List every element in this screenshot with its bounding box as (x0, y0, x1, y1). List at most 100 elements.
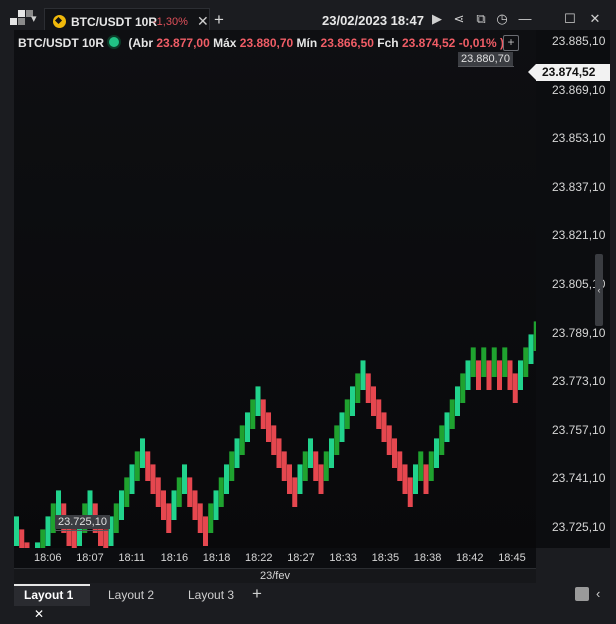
renko-down-brick (145, 451, 151, 481)
renko-up-brick (360, 360, 366, 390)
renko-up-brick (329, 438, 334, 468)
layout-tab-1[interactable]: Layout 1 ✕ (14, 584, 90, 621)
legend-high: 23.880,70 (239, 36, 294, 50)
renko-up-brick (434, 438, 439, 468)
current-price-tag: 23.874,52 (528, 64, 610, 81)
renko-up-brick (239, 425, 245, 455)
time-tick-label: 18:38 (413, 552, 442, 564)
renko-up-brick (208, 503, 214, 533)
square-icon[interactable] (575, 587, 589, 601)
renko-up-brick (213, 490, 219, 520)
close-window-icon[interactable]: ✕ (588, 12, 602, 26)
add-tab-button[interactable]: + (214, 10, 224, 30)
renko-down-brick (192, 490, 198, 520)
renko-down-brick (486, 360, 492, 390)
renko-up-brick (14, 516, 19, 546)
renko-down-brick (507, 360, 513, 390)
renko-up-brick (45, 516, 51, 546)
renko-up-brick (129, 464, 135, 494)
renko-down-brick (381, 412, 387, 442)
renko-down-brick (402, 464, 408, 494)
legend-low-label: Mín (296, 36, 318, 50)
price-tick-label: 23.869,10 (552, 82, 606, 97)
renko-down-brick (103, 529, 109, 548)
bottom-bar (0, 584, 616, 606)
renko-down-brick (197, 503, 203, 533)
renko-up-brick (518, 360, 523, 390)
renko-up-brick (470, 347, 476, 377)
renko-down-brick (497, 360, 502, 390)
renko-up-brick (119, 490, 124, 520)
renko-up-brick (113, 503, 119, 533)
chevron-left-icon[interactable]: ‹ (596, 586, 600, 601)
legend-change: -0,01% ) (458, 36, 505, 50)
renko-up-brick (134, 451, 140, 481)
price-tick-label: 23.821,10 (552, 228, 606, 243)
renko-up-brick (40, 529, 46, 548)
price-tick-label: 23.853,10 (552, 131, 606, 146)
renko-down-brick (187, 477, 193, 507)
share-icon[interactable]: ⋖ (452, 12, 466, 26)
axis-scroll-handle[interactable]: ‹ (595, 254, 603, 326)
close-layout-icon[interactable]: ✕ (34, 607, 44, 621)
renko-down-brick (423, 464, 429, 494)
maximize-icon[interactable]: ☐ (563, 12, 577, 26)
renko-up-brick (255, 386, 261, 416)
renko-down-brick (292, 477, 298, 507)
renko-down-brick (376, 399, 382, 429)
layout-tab-label: Layout 1 (24, 588, 74, 602)
menu-chevron-icon[interactable]: ▾ (31, 12, 37, 25)
renko-down-brick (276, 438, 282, 468)
renko-up-brick (334, 425, 340, 455)
chart-legend: BTC/USDT 10R (Abr 23.877,00 Máx 23.880,7… (18, 35, 504, 50)
time-tick-label: 18:18 (202, 552, 231, 564)
renko-down-brick (397, 451, 403, 481)
close-tab-icon[interactable]: ✕ (197, 13, 209, 30)
renko-up-brick (308, 438, 313, 468)
renko-up-brick (140, 438, 145, 468)
add-indicator-button[interactable]: + (503, 35, 519, 51)
renko-down-brick (512, 373, 518, 403)
legend-symbol: BTC/USDT 10R (18, 36, 105, 50)
price-tick-label: 23.757,10 (552, 422, 606, 437)
renko-down-brick (271, 425, 277, 455)
renko-up-brick (428, 451, 434, 481)
minimize-icon[interactable]: — (518, 12, 532, 26)
renko-up-brick (439, 425, 445, 455)
time-tick-label: 18:22 (245, 552, 273, 564)
add-layout-button[interactable]: + (252, 584, 262, 604)
renko-up-brick (455, 386, 460, 416)
time-tick-label: 18:06 (34, 552, 62, 564)
app-logo[interactable] (10, 10, 33, 32)
renko-down-brick (266, 412, 271, 442)
renko-up-brick (234, 438, 240, 468)
renko-up-brick (528, 334, 534, 364)
renko-up-brick (465, 360, 471, 390)
chart-area[interactable] (14, 30, 536, 548)
price-tick-label: 23.837,10 (552, 179, 606, 194)
popout-window-icon[interactable]: ⧉ (474, 12, 488, 26)
layout-tab-2[interactable]: Layout 2 (108, 584, 154, 606)
tab-symbol: BTC/USDT 10R (71, 15, 158, 29)
renko-down-brick (313, 451, 319, 481)
renko-up-brick (124, 477, 130, 507)
renko-up-brick (302, 451, 308, 481)
renko-up-brick (229, 451, 235, 481)
play-icon[interactable]: ▶ (430, 12, 444, 26)
renko-up-brick (171, 490, 177, 520)
renko-down-brick (371, 386, 376, 416)
legend-high-label: Máx (213, 36, 237, 50)
price-tick-label: 23.789,10 (552, 325, 606, 340)
status-dot-icon (107, 35, 122, 49)
renko-down-brick (476, 360, 481, 390)
renko-up-brick (323, 451, 329, 481)
clock-icon[interactable]: ◷ (495, 12, 509, 26)
low-marker-line (55, 530, 109, 531)
price-tick-label: 23.885,10 (552, 34, 606, 48)
legend-close-label: Fch (377, 36, 399, 50)
renko-down-brick (407, 477, 413, 507)
layout-tab-3[interactable]: Layout 3 (188, 584, 234, 606)
time-tick-label: 18:16 (160, 552, 189, 564)
tab-change: -1,30% (153, 16, 188, 28)
renko-up-brick (418, 451, 424, 481)
